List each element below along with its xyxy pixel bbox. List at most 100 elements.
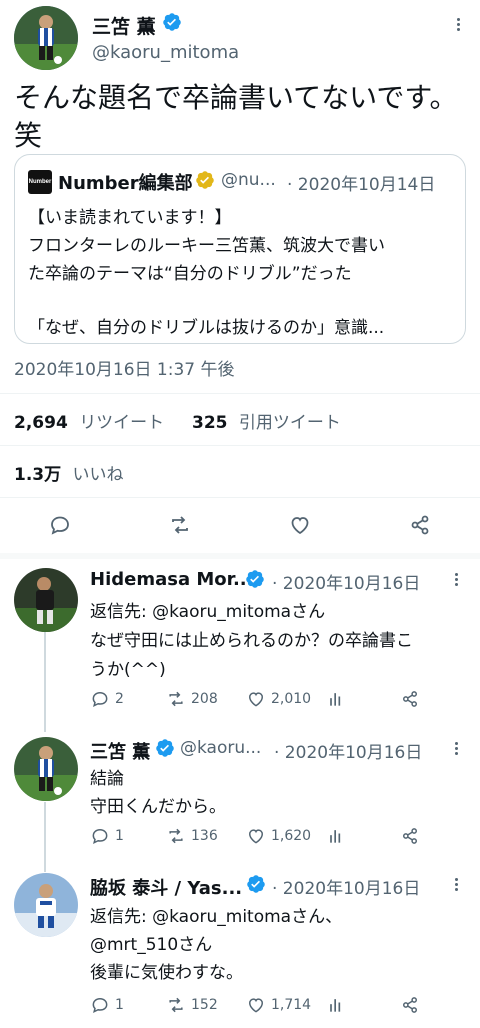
- reply-author-name[interactable]: Hidemasa Mor...: [90, 569, 253, 590]
- quote-avatar: Number: [28, 170, 52, 194]
- like-icon: [291, 517, 309, 535]
- reply-handle[interactable]: @kaoru...: [180, 738, 261, 758]
- reply-count: 2: [115, 691, 124, 707]
- reply-text-line2: 守田くんだから。: [90, 797, 226, 817]
- reply-author-name[interactable]: 脇坂 泰斗 / Yas...: [90, 874, 242, 900]
- share-icon: [403, 828, 417, 844]
- share-button[interactable]: [400, 826, 420, 846]
- like-count: 1,714: [271, 997, 312, 1013]
- analytics-icon: [330, 830, 341, 843]
- share-icon: [403, 997, 417, 1013]
- quote-text-line2: フロンターレのルーキー三笘薫、筑波大で書い: [28, 236, 385, 256]
- reply-avatar[interactable]: [14, 568, 78, 632]
- reply-date[interactable]: · 2020年10月16日: [274, 738, 422, 763]
- share-button[interactable]: [400, 995, 420, 1015]
- author-avatar[interactable]: [14, 6, 78, 70]
- analytics-icon: [330, 999, 341, 1012]
- retweet-button[interactable]: 208: [166, 689, 218, 709]
- reply-text-line3: 後輩に気使わすな。: [90, 963, 243, 983]
- reply-button[interactable]: [48, 513, 72, 537]
- quote-logo-text: Number: [28, 179, 52, 185]
- like-stats[interactable]: 1.3万 いいね: [14, 460, 124, 485]
- quote-handle: @nu...: [221, 170, 276, 190]
- reply-button[interactable]: 2: [90, 689, 124, 709]
- divider: [0, 445, 480, 446]
- reply-icon: [92, 997, 108, 1014]
- tweet-text-line1: そんな題名で卒論書いてないです。: [14, 81, 458, 114]
- reply-button[interactable]: 1: [90, 826, 124, 846]
- more-icon[interactable]: [446, 874, 466, 894]
- retweet-icon: [172, 516, 188, 534]
- retweet-icon: [169, 828, 183, 844]
- verified-icon: [155, 738, 175, 762]
- reply-author-name[interactable]: 三笘 薫: [90, 738, 150, 764]
- retweet-count: 136: [191, 828, 218, 844]
- thread-line: [44, 632, 46, 732]
- retweet-icon: [169, 997, 183, 1013]
- quote-stats[interactable]: 325 引用ツイート: [192, 408, 341, 433]
- reply-text-line1: 返信先: @kaoru_mitomaさん: [90, 602, 326, 622]
- reply-count: 1: [115, 828, 124, 844]
- analytics-button[interactable]: [326, 689, 346, 709]
- like-icon: [248, 692, 264, 707]
- share-icon: [403, 691, 417, 707]
- reply-text-line1: 返信先: @kaoru_mitomaさん、: [90, 907, 343, 927]
- share-button[interactable]: [408, 513, 432, 537]
- more-icon[interactable]: [446, 569, 466, 589]
- like-icon: [248, 998, 264, 1013]
- quote-author-name: Number編集部: [58, 173, 193, 194]
- reply-text-line2: なぜ守田には止められるのか？の卒論書こ: [90, 631, 413, 651]
- reply-count: 1: [115, 997, 124, 1013]
- quote-date: · 2020年10月14日: [287, 175, 436, 195]
- reply-text-line2: @mrt_510さん: [90, 935, 213, 955]
- retweet-button[interactable]: 136: [166, 826, 218, 846]
- retweet-count: 152: [191, 997, 218, 1013]
- more-icon[interactable]: [448, 14, 468, 34]
- quote-tweet-card[interactable]: Number Number編集部 @nu... · 2020年10月14日 【い…: [14, 154, 466, 344]
- retweet-icon: [169, 691, 183, 707]
- quote-text-line4: 「なぜ、自分のドリブルは抜けるのか」意識...: [28, 318, 385, 338]
- author-handle[interactable]: @kaoru_mitoma: [92, 42, 239, 63]
- tweet-timestamp[interactable]: 2020年10月16日 1:37 午後: [14, 355, 235, 380]
- retweet-label: リツイート: [79, 413, 165, 433]
- reply-icon: [92, 691, 108, 708]
- analytics-button[interactable]: [326, 826, 346, 846]
- verified-icon: [246, 874, 266, 898]
- reply-date[interactable]: · 2020年10月16日: [272, 569, 420, 594]
- quote-text-line3: た卒論のテーマは“自分のドリブル”だった: [28, 264, 352, 284]
- reply-avatar[interactable]: [14, 873, 78, 937]
- divider: [0, 553, 480, 559]
- reply-button[interactable]: 1: [90, 995, 124, 1015]
- reply-date[interactable]: · 2020年10月16日: [272, 874, 420, 899]
- more-icon[interactable]: [446, 738, 466, 758]
- like-button[interactable]: 1,620: [246, 826, 311, 846]
- share-icon: [411, 515, 429, 535]
- like-count: 1,620: [271, 828, 312, 844]
- like-button[interactable]: 2,010: [246, 689, 311, 709]
- divider: [0, 497, 480, 498]
- like-icon: [248, 829, 264, 844]
- retweet-button[interactable]: [168, 513, 192, 537]
- verified-icon: [162, 12, 182, 36]
- reply-text-line1: 結論: [90, 769, 124, 789]
- like-count: 2,010: [271, 691, 312, 707]
- quote-label: 引用ツイート: [238, 413, 341, 433]
- like-button[interactable]: 1,714: [246, 995, 311, 1015]
- reply-avatar[interactable]: [14, 737, 78, 801]
- quote-count: 325: [192, 413, 228, 433]
- reply-icon: [92, 828, 108, 845]
- analytics-icon: [330, 693, 341, 706]
- verified-icon: [195, 170, 215, 194]
- like-button[interactable]: [288, 513, 312, 537]
- tweet-text-line2: 笑: [14, 119, 43, 152]
- retweet-stats[interactable]: 2,694 リツイート: [14, 408, 164, 433]
- divider: [0, 393, 480, 394]
- like-label: いいね: [72, 465, 124, 485]
- author-name[interactable]: 三笘 薫: [92, 12, 156, 39]
- like-count: 1.3万: [14, 465, 62, 485]
- analytics-button[interactable]: [326, 995, 346, 1015]
- share-button[interactable]: [400, 689, 420, 709]
- retweet-button[interactable]: 152: [166, 995, 218, 1015]
- reply-icon: [51, 516, 69, 535]
- retweet-count: 208: [191, 691, 218, 707]
